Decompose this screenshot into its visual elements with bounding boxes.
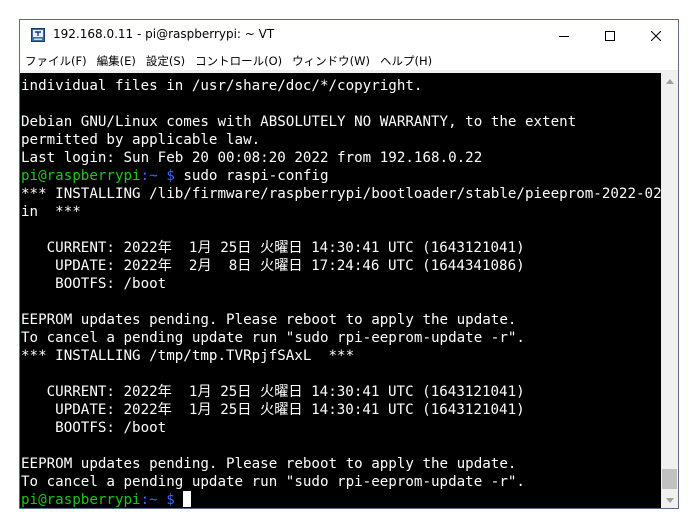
menu-window[interactable]: ウィンドウ(W) [287,53,375,69]
terminal-line: CURRENT: 2022年 1月 25日 火曜日 14:30:41 UTC (… [21,240,525,256]
terminal-line: EEPROM updates pending. Please reboot to… [21,456,517,472]
terminal-line: individual files in /usr/share/doc/*/cop… [21,78,423,94]
terminal-line: CURRENT: 2022年 1月 25日 火曜日 14:30:41 UTC (… [21,384,525,400]
menu-edit[interactable]: 編集(E) [92,53,141,69]
window-title: 192.168.0.11 - pi@raspberrypi: ~ VT [53,27,275,41]
menu-setup[interactable]: 設定(S) [141,53,190,69]
terminal-line: EEPROM updates pending. Please reboot to… [21,312,517,328]
prompt-path: :~ $ [140,492,184,508]
scroll-down-arrow-icon [665,498,674,503]
terminal-line: Last login: Sun Feb 20 00:08:20 2022 fro… [21,150,483,166]
menu-help[interactable]: ヘルプ(H) [375,53,437,69]
terminal-line: To cancel a pending update run "sudo rpi… [21,330,525,346]
title-bar[interactable]: 192.168.0.11 - pi@raspberrypi: ~ VT [20,20,678,51]
terminal-line: BOOTFS: /boot [21,276,167,292]
current-prompt-line: pi@raspberrypi:~ $ [21,491,661,508]
terminal-line: permitted by applicable law. [21,132,261,148]
scroll-down-button[interactable] [661,492,678,508]
scroll-up-arrow-icon [665,79,674,84]
prompt-command: sudo raspi-config [183,168,329,184]
terminal-line: Debian GNU/Linux comes with ABSOLUTELY N… [21,114,577,130]
command-prompt-line: pi@raspberrypi:~ $ sudo raspi-config [21,167,661,185]
prompt-user-host: pi@raspberrypi [21,492,141,508]
menu-file[interactable]: ファイル(F) [20,53,92,69]
prompt-user-host: pi@raspberrypi [21,168,141,184]
text-cursor [183,491,192,507]
close-button[interactable] [633,20,678,51]
terminal-line: *** INSTALLING /tmp/tmp.TVRpjfSAxL *** [21,348,355,364]
maximize-button[interactable] [587,20,633,51]
scrollbar-thumb[interactable] [662,469,677,489]
terminal-line: BOOTFS: /boot [21,420,167,436]
close-icon [651,30,661,41]
terminal-line: To cancel a pending update run "sudo rpi… [21,474,525,490]
terminal-line: in *** [21,204,81,220]
menu-bar: ファイル(F) 編集(E) 設定(S) コントロール(O) ウィンドウ(W) ヘ… [20,51,678,70]
terminal-window: 192.168.0.11 - pi@raspberrypi: ~ VT ファイル… [19,19,679,509]
minimize-button[interactable] [541,20,587,51]
menu-control[interactable]: コントロール(O) [190,53,287,69]
vertical-scrollbar[interactable] [661,73,678,508]
terminal-output[interactable]: individual files in /usr/share/doc/*/cop… [20,73,661,508]
maximize-icon [605,30,615,41]
prompt-path: :~ $ [140,168,184,184]
terminal-line: UPDATE: 2022年 2月 8日 火曜日 17:24:46 UTC (16… [21,258,525,274]
teraterm-app-icon[interactable] [31,28,45,42]
scroll-up-button[interactable] [661,73,678,90]
terminal-line: UPDATE: 2022年 1月 25日 火曜日 14:30:41 UTC (1… [21,402,525,418]
terminal-line: *** INSTALLING /lib/firmware/raspberrypi… [21,186,661,202]
minimize-icon [559,35,569,37]
